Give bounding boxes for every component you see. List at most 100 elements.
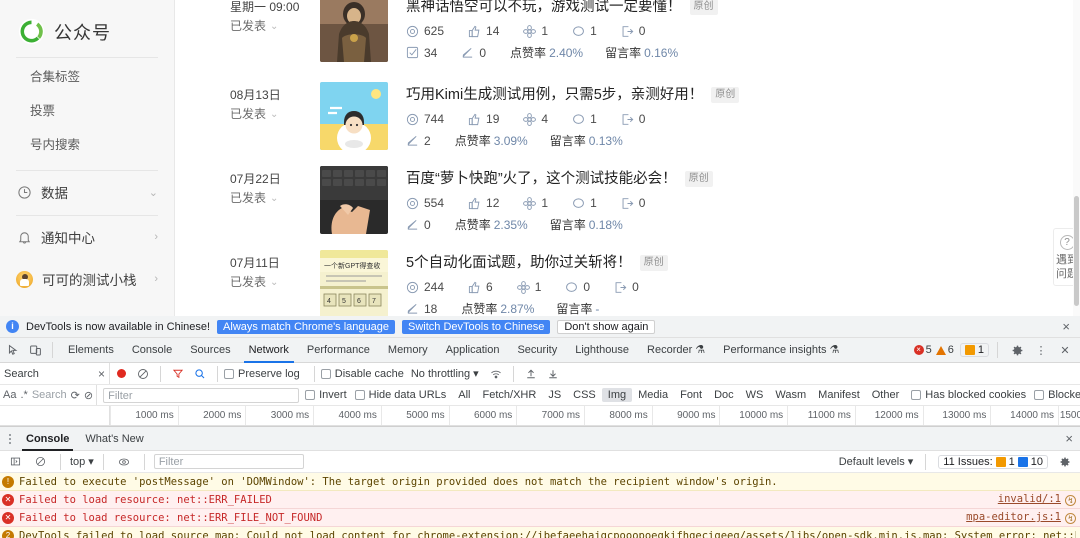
search-icon[interactable] [189, 363, 211, 385]
tab-console[interactable]: Console [123, 338, 181, 363]
preserve-log-checkbox[interactable]: Preserve log [224, 368, 300, 380]
tab-elements[interactable]: Elements [59, 338, 123, 363]
error-count[interactable]: × 5 [913, 344, 932, 356]
hide-data-urls-checkbox[interactable]: Hide data URLs [354, 389, 446, 401]
switch-devtools-language-button[interactable]: Switch DevTools to Chinese [402, 319, 551, 334]
tab-lighthouse[interactable]: Lighthouse [566, 338, 638, 363]
gear-icon[interactable] [1006, 339, 1028, 361]
type-filter-all[interactable]: All [452, 388, 476, 402]
sidebar-item-in-account-search[interactable]: 号内搜索 [0, 126, 174, 160]
article-thumbnail[interactable]: 一个新GPT得查收 4 5 6 7 [320, 250, 388, 318]
search-input[interactable]: Search [32, 389, 67, 401]
sidebar-item-vote[interactable]: 投票 [0, 92, 174, 126]
import-icon[interactable] [520, 363, 542, 385]
tab-recorder[interactable]: Recorder ⚗ [638, 338, 714, 363]
close-icon[interactable]: × [1058, 319, 1074, 334]
console-settings-gear-icon[interactable] [1054, 451, 1076, 473]
wifi-icon[interactable] [485, 363, 507, 385]
type-filter-js[interactable]: JS [542, 388, 567, 402]
more-options-icon[interactable]: ⋮ [1030, 339, 1052, 361]
drawer-tab-whats-new[interactable]: What's New [77, 427, 151, 451]
issues-count[interactable]: 1 [959, 343, 989, 357]
tab-performance[interactable]: Performance [298, 338, 379, 363]
live-expression-eye-icon[interactable] [113, 451, 135, 473]
console-message[interactable]: ✕ Failed to load resource: net::ERR_FAIL… [0, 491, 1080, 509]
has-blocked-cookies-checkbox[interactable]: Has blocked cookies [911, 389, 1026, 401]
page-scrollbar[interactable] [1073, 0, 1080, 322]
article-title[interactable]: 巧用Kimi生成测试用例，只需5步，亲测好用！ [406, 84, 703, 106]
tab-security[interactable]: Security [508, 338, 566, 363]
tab-application[interactable]: Application [437, 338, 509, 363]
sidebar-item-data[interactable]: 数据 ⌄ [0, 171, 174, 213]
console-levels-select[interactable]: Default levels ▾ [839, 455, 914, 469]
article-thumbnail[interactable] [320, 82, 388, 150]
disable-cache-checkbox[interactable]: Disable cache [320, 368, 404, 380]
console-message-source[interactable]: invalid/:1 ↯ [988, 493, 1076, 506]
sidebar-item-account[interactable]: 可可的测试小栈 › [0, 258, 174, 300]
sidebar-item-collection-tags[interactable]: 合集标签 [0, 58, 174, 92]
drawer-menu-icon[interactable] [2, 433, 18, 444]
console-filter-input[interactable]: Filter [153, 454, 304, 469]
type-filter-font[interactable]: Font [674, 388, 708, 402]
clear-icon[interactable] [132, 363, 154, 385]
clear-icon[interactable]: ⊘ [84, 389, 93, 402]
article-status[interactable]: 已发表 ⌄ [230, 189, 320, 208]
status-counts[interactable]: × 5 6 [909, 344, 958, 356]
close-icon[interactable]: × [98, 367, 105, 381]
export-icon[interactable] [542, 363, 564, 385]
article-status[interactable]: 已发表 ⌄ [230, 17, 320, 36]
tab-memory[interactable]: Memory [379, 338, 437, 363]
match-case-icon[interactable]: Aa [3, 389, 16, 401]
warning-count[interactable]: 6 [935, 344, 954, 356]
type-filter-other[interactable]: Other [866, 388, 906, 402]
console-issues-summary[interactable]: 11 Issues: 1 10 [938, 454, 1048, 469]
console-message-link[interactable]: chrome-extension://ibefaeehajgcpooopoegk… [417, 530, 942, 538]
article-status[interactable]: 已发表 ⌄ [230, 105, 320, 124]
article-row[interactable]: 星期一 09:00 已发表 ⌄ 黑神话悟空可以不玩，游戏测试一定要懂！ 原创 6… [175, 0, 1045, 62]
always-match-language-button[interactable]: Always match Chrome's language [217, 319, 396, 334]
article-row[interactable]: 07月11日 已发表 ⌄ 一个新GPT得查收 4 5 6 7 5个自动化面试题，… [175, 250, 1045, 318]
tab-network[interactable]: Network [240, 338, 298, 363]
type-filter-css[interactable]: CSS [567, 388, 602, 402]
throttling-select[interactable]: No throttling ▾ [411, 367, 479, 381]
network-timeline-ruler[interactable]: 1000 ms 2000 ms 3000 ms 4000 ms 5000 ms … [0, 406, 1080, 426]
clear-console-icon[interactable] [29, 451, 51, 473]
article-thumbnail[interactable] [320, 0, 388, 62]
regex-icon[interactable]: .* [20, 389, 27, 401]
record-icon[interactable] [110, 363, 132, 385]
type-filter-manifest[interactable]: Manifest [812, 388, 866, 402]
console-message[interactable]: 2 DevTools failed to load source map: Co… [0, 527, 1080, 538]
article-row[interactable]: 08月13日 已发表 ⌄ 巧用Kimi生成测试用例，只需5步，亲测好用！ 原创 … [175, 82, 1045, 150]
invert-checkbox[interactable]: Invert [305, 389, 347, 401]
article-title[interactable]: 5个自动化面试题，助你过关斩将！ [406, 252, 632, 274]
tab-sources[interactable]: Sources [181, 338, 239, 363]
type-filter-media[interactable]: Media [632, 388, 674, 402]
article-status[interactable]: 已发表 ⌄ [230, 273, 320, 292]
network-filter-input[interactable]: Filter [103, 387, 300, 403]
console-message-source[interactable]: mpa-editor.js:1 ↯ [956, 511, 1076, 524]
blocked-requests-checkbox[interactable]: Blocked Requests [1034, 389, 1080, 401]
console-message[interactable]: ! Failed to execute 'postMessage' on 'DO… [0, 473, 1080, 491]
dont-show-again-button[interactable]: Don't show again [557, 319, 656, 334]
inspect-element-icon[interactable] [2, 339, 24, 361]
article-thumbnail[interactable] [320, 166, 388, 234]
filter-icon[interactable] [167, 363, 189, 385]
refresh-icon[interactable]: ⟳ [71, 389, 80, 402]
close-drawer-icon[interactable]: × [1065, 431, 1080, 446]
console-sidebar-icon[interactable] [4, 451, 26, 473]
device-toolbar-icon[interactable] [24, 339, 46, 361]
page-scrollbar-thumb[interactable] [1074, 196, 1079, 306]
type-filter-ws[interactable]: WS [740, 388, 770, 402]
article-row[interactable]: 07月22日 已发表 ⌄ 百度“萝卜快跑”火了，这个测试技能必会！ 原创 554… [175, 166, 1045, 234]
type-filter-doc[interactable]: Doc [708, 388, 740, 402]
type-filter-wasm[interactable]: Wasm [769, 388, 812, 402]
console-message[interactable]: ✕ Failed to load resource: net::ERR_FILE… [0, 509, 1080, 527]
close-devtools-icon[interactable]: ✕ [1054, 339, 1076, 361]
article-title[interactable]: 黑神话悟空可以不玩，游戏测试一定要懂！ [406, 0, 682, 18]
type-filter-img[interactable]: Img [601, 388, 633, 402]
console-context-select[interactable]: top ▾ [70, 455, 94, 469]
type-filter-fetch-xhr[interactable]: Fetch/XHR [477, 388, 543, 402]
article-title[interactable]: 百度“萝卜快跑”火了，这个测试技能必会！ [406, 168, 677, 190]
drawer-tab-console[interactable]: Console [18, 427, 77, 451]
tab-performance-insights[interactable]: Performance insights ⚗ [714, 338, 848, 363]
